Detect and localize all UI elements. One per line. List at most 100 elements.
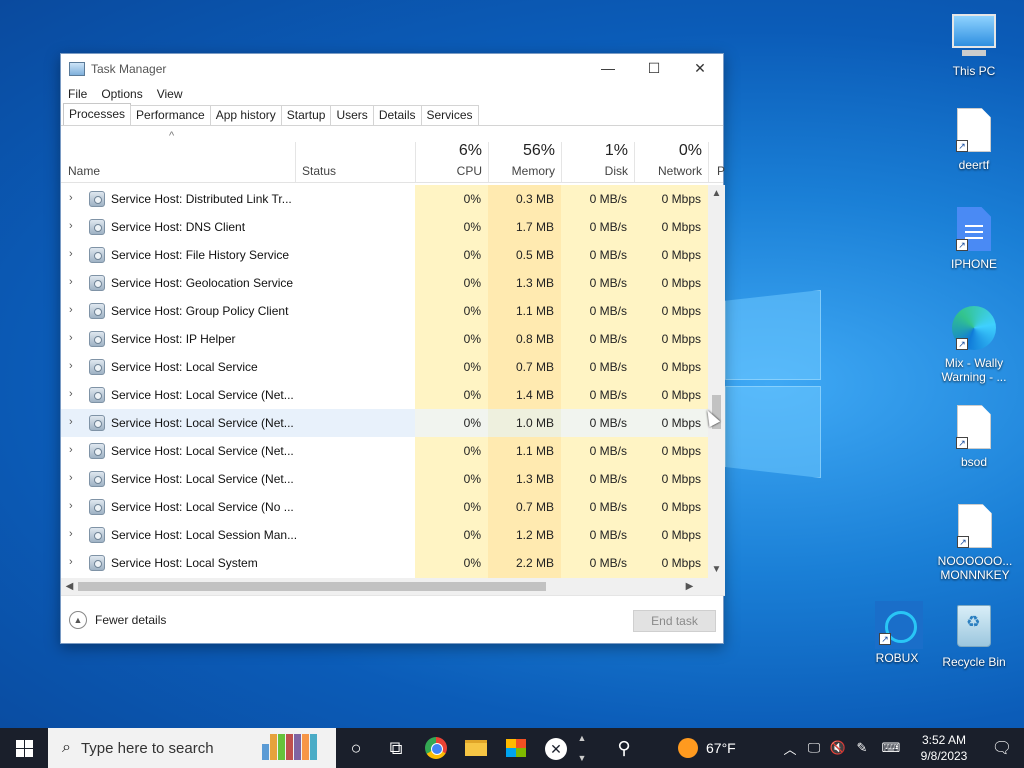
process-row[interactable]: › Service Host: File History Service 0% 0.5… [61,241,708,269]
chevron-right-icon[interactable]: › [69,528,73,540]
cpu-cell: 0% [415,269,488,297]
scroll-left-icon[interactable]: ◀ [61,578,78,595]
memory-cell: 0.5 MB [488,241,561,269]
desktop-icon-recycle-bin[interactable]: Recycle Bin [937,603,1011,669]
tab-users[interactable]: Users [330,105,374,125]
column-disk[interactable]: 1% Disk [561,126,634,182]
process-row[interactable]: › Service Host: Local Service (Net... 0% 1.… [61,381,708,409]
process-row[interactable]: › Service Host: Local Service (No ... 0% 0.… [61,493,708,521]
tab-startup[interactable]: Startup [280,105,332,125]
close-button[interactable]: ✕ [677,54,723,84]
menu-bar: File Options View [61,84,723,104]
title-bar[interactable]: Task Manager — ☐ ✕ [61,54,723,84]
desktop-icon-mix-wally[interactable]: ↗ Mix - Wally Warning - ... [937,306,1011,384]
maximize-button[interactable]: ☐ [631,54,677,84]
desktop-icon-this-pc[interactable]: This PC [937,8,1011,78]
process-row[interactable]: › Service Host: DNS Client 0% 1.7 MB 0 MB/s 0… [61,213,708,241]
chevron-right-icon[interactable]: › [69,192,73,204]
menu-file[interactable]: File [68,87,87,101]
process-name: Service Host: Local Service (Net... [111,416,294,430]
desktop-icon-robux[interactable]: ↗ ROBUX [860,601,934,665]
desktop-icon-bsod[interactable]: ↗ bsod [937,405,1011,469]
column-power[interactable]: P [708,126,725,182]
volume-muted-icon[interactable]: 🔇 [826,740,850,756]
process-row[interactable]: › Service Host: Local Service (Net... 0% 1.… [61,409,708,437]
scroll-up-icon[interactable]: ▲ [708,185,725,202]
taskbar-overflow-arrows[interactable]: ▲ ▼ [576,728,588,768]
chevron-right-icon[interactable]: › [69,248,73,260]
chevron-right-icon[interactable]: › [69,444,73,456]
disk-cell: 0 MB/s [561,213,634,241]
desktop-icon-iphone[interactable]: ↗ IPHONE [937,207,1011,271]
tab-app-history[interactable]: App history [209,105,282,125]
weather-widget[interactable]: 67°F [678,738,736,758]
chevron-up-icon: ▲ [69,611,87,629]
show-hidden-icons-button[interactable]: ︿ [778,739,802,758]
disk-cell: 0 MB/s [561,241,634,269]
column-network[interactable]: 0% Network [634,126,708,182]
cortana-button[interactable]: ○ [336,728,376,768]
fewer-details-button[interactable]: ▲ Fewer details [69,611,166,629]
minimize-button[interactable]: — [585,54,631,84]
column-name[interactable]: Name [61,126,295,182]
scroll-down-icon[interactable]: ▼ [708,561,725,578]
vertical-scrollbar[interactable]: ▲ ▼ [708,185,725,578]
process-row[interactable]: › Service Host: Local System 0% 2.2 MB 0 MB/… [61,549,708,577]
tab-processes[interactable]: Processes [63,103,132,125]
process-name: Service Host: DNS Client [111,220,246,234]
chevron-right-icon[interactable]: › [69,500,73,512]
chevron-right-icon[interactable]: › [69,276,73,288]
chevron-right-icon[interactable]: › [69,556,73,568]
process-row[interactable]: › Service Host: Local Service (Net... 0% 1.… [61,465,708,493]
chrome-taskbar-button[interactable] [416,728,456,768]
column-status[interactable]: Status [295,126,415,182]
menu-view[interactable]: View [157,87,183,101]
notification-icon[interactable]: 🗨 [980,738,1024,758]
clock[interactable]: 3:52 AM 9/8/2023 [908,732,980,764]
start-button[interactable] [0,728,48,768]
end-task-button[interactable]: End task [633,610,716,632]
process-row[interactable]: › Service Host: Group Policy Client 0% 1.1 … [61,297,708,325]
network-cell: 0 Mbps [634,409,708,437]
tab-services[interactable]: Services [420,105,479,125]
store-button[interactable] [496,728,536,768]
process-row[interactable]: › Service Host: Local Service 0% 0.7 MB 0 MB… [61,353,708,381]
process-row[interactable]: › Service Host: Local Session Man... 0% 1.2… [61,521,708,549]
chevron-right-icon[interactable]: › [69,220,73,232]
tab-details[interactable]: Details [372,105,422,125]
column-cpu[interactable]: 6% CPU [415,126,488,182]
chevron-right-icon[interactable]: › [69,472,73,484]
chevron-right-icon[interactable]: › [69,416,73,428]
network-icon[interactable]: 🖵 [802,740,826,756]
store-icon [506,739,526,757]
people-button[interactable]: ⚲ [604,728,644,768]
chevron-right-icon[interactable]: › [69,388,73,400]
disk-cell: 0 MB/s [561,549,634,577]
xbox-button[interactable]: ✕ [536,728,576,768]
tab-performance[interactable]: Performance [130,105,211,125]
column-memory[interactable]: 56% Memory [488,126,561,182]
process-row[interactable]: › Service Host: Local Service (Net... 0% 1.… [61,437,708,465]
taskbar-search[interactable]: ⌕ Type here to search [48,728,336,768]
chevron-right-icon[interactable]: › [69,304,73,316]
disk-total: 1% [604,142,628,159]
chevron-right-icon[interactable]: › [69,360,73,372]
horizontal-scroll-thumb[interactable] [78,582,546,591]
cpu-cell: 0% [415,465,488,493]
pen-icon[interactable]: ✎ [850,740,874,756]
service-gear-icon [89,303,105,319]
scroll-right-icon[interactable]: ▶ [681,578,698,595]
process-row[interactable]: › Service Host: Geolocation Service 0% 1.3 … [61,269,708,297]
process-row[interactable]: › Service Host: IP Helper 0% 0.8 MB 0 MB/s 0 … [61,325,708,353]
horizontal-scrollbar[interactable]: ◀ ▶ [61,578,708,595]
service-gear-icon [89,331,105,347]
file-explorer-button[interactable] [456,728,496,768]
keyboard-icon[interactable]: ⌨ [874,740,908,756]
menu-options[interactable]: Options [101,87,142,101]
network-cell: 0 Mbps [634,493,708,521]
chevron-right-icon[interactable]: › [69,332,73,344]
process-row[interactable]: › Service Host: Distributed Link Tr... 0% 0… [61,185,708,213]
desktop-icon-deertf[interactable]: ↗ deertf [937,108,1011,172]
desktop-icon-monnnkey[interactable]: ↗ NOOOOOO... MONNNKEY [935,504,1015,582]
task-view-button[interactable]: ⧉ [376,728,416,768]
